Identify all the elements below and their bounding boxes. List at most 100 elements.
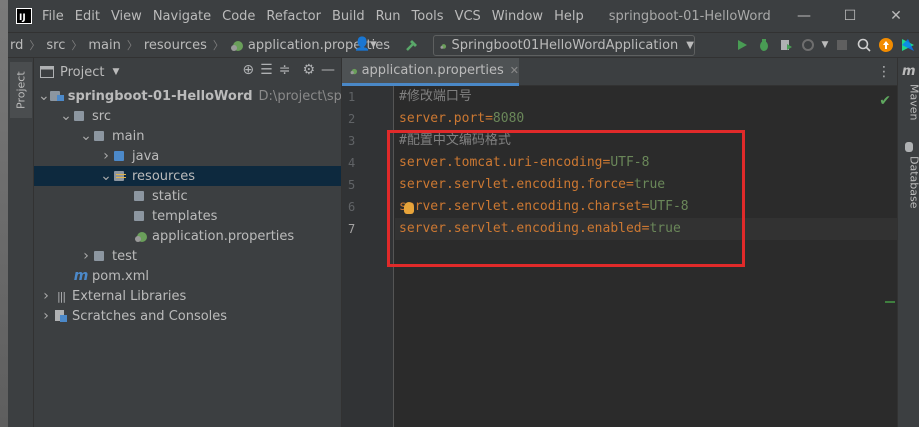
tree-item-test[interactable]: › test	[34, 246, 341, 266]
chevron-right-icon[interactable]: ›	[38, 288, 54, 304]
editor-tab-bar: application.properties ✕ ⋮	[342, 58, 897, 86]
line-number: 4	[348, 156, 356, 170]
breadcrumb-resources[interactable]: resources	[144, 38, 207, 53]
tree-item-application-properties[interactable]: application.properties	[34, 226, 341, 246]
locate-icon[interactable]: ⊕	[242, 62, 254, 78]
menu-file[interactable]: File	[42, 9, 64, 24]
tree-item-label: templates	[152, 208, 218, 224]
folder-icon	[94, 129, 108, 143]
libraries-icon: |||	[56, 289, 66, 303]
run-configuration-select[interactable]: Springboot01HelloWordApplication ▼	[433, 35, 695, 56]
database-icon	[905, 142, 913, 152]
chevron-right-icon: 〉	[212, 39, 224, 52]
menu-run[interactable]: Run	[376, 9, 401, 24]
toolbox-icon[interactable]	[897, 34, 919, 56]
project-view-title[interactable]: Project	[60, 65, 104, 80]
menu-navigate[interactable]: Navigate	[153, 9, 211, 24]
right-tool-strip: m Maven Database	[897, 58, 919, 427]
tree-item-scratches-and-consoles[interactable]: › Scratches and Consoles	[34, 306, 341, 326]
project-tool-window-tab[interactable]: Project	[10, 62, 32, 118]
close-button[interactable]: ✕	[873, 0, 919, 32]
menu-edit[interactable]: Edit	[75, 9, 100, 24]
more-run-chevron-icon[interactable]: ▼	[819, 34, 831, 56]
close-tab-icon[interactable]: ✕	[510, 64, 519, 77]
tree-item-label: static	[152, 188, 188, 204]
run-icon[interactable]	[731, 34, 753, 56]
tree-item-resources[interactable]: ⌄ resources	[34, 166, 341, 186]
breadcrumb-src[interactable]: src	[46, 38, 65, 53]
tree-item-main[interactable]: ⌄ main	[34, 126, 341, 146]
tree-item-springboot-01-helloword[interactable]: ⌄ springboot-01-HelloWord D:\project\sprin…	[34, 86, 341, 106]
run-configuration-label: Springboot01HelloWordApplication	[451, 38, 679, 53]
chevron-down-icon[interactable]: ⌄	[58, 108, 74, 124]
folder-icon	[134, 209, 148, 223]
folder-icon	[74, 109, 88, 123]
hide-icon[interactable]: —	[321, 62, 335, 78]
spring-properties-icon	[230, 41, 243, 51]
inspection-ok-icon[interactable]: ✔	[879, 93, 891, 109]
background-window-edge	[0, 0, 8, 427]
project-view-icon	[40, 66, 54, 78]
tree-item-external-libraries[interactable]: › ||| External Libraries	[34, 286, 341, 306]
menu-build[interactable]: Build	[332, 9, 365, 24]
menu-tools[interactable]: Tools	[412, 9, 444, 24]
line-number-current: 7	[348, 222, 356, 236]
tree-item-label: springboot-01-HelloWord	[67, 88, 253, 104]
breadcrumb-main[interactable]: main	[88, 38, 120, 53]
minimize-button[interactable]: —	[781, 0, 827, 32]
line-number: 1	[348, 90, 356, 104]
tree-item-label: Scratches and Consoles	[72, 308, 228, 324]
tree-item-templates[interactable]: templates	[34, 206, 341, 226]
chevron-down-icon[interactable]: ⌄	[98, 168, 114, 184]
update-icon[interactable]	[875, 34, 897, 56]
search-icon[interactable]	[853, 34, 875, 56]
more-vertical-icon[interactable]: ⋮	[877, 64, 891, 80]
tree-item-label: pom.xml	[92, 268, 149, 284]
maven-tool-window-tab[interactable]: Maven	[903, 84, 919, 120]
chevron-right-icon: 〉	[29, 39, 41, 52]
gear-icon[interactable]: ⚙	[302, 62, 315, 78]
module-folder-icon	[49, 89, 64, 103]
tree-item-label: application.properties	[152, 228, 295, 244]
chevron-right-icon[interactable]: ›	[98, 148, 114, 164]
maximize-button[interactable]: ☐	[827, 0, 873, 32]
tree-item-java[interactable]: › java	[34, 146, 341, 166]
menu-refactor[interactable]: Refactor	[266, 9, 321, 24]
line-number: 6	[348, 200, 356, 214]
debug-icon[interactable]	[753, 34, 775, 56]
expand-all-icon[interactable]: ☰	[260, 62, 273, 78]
tree-item-pom-xml[interactable]: m pom.xml	[34, 266, 341, 286]
menu-code[interactable]: Code	[222, 9, 255, 24]
database-tool-window-tab[interactable]: Database	[903, 156, 919, 209]
project-tree: ⌄ springboot-01-HelloWord D:\project\sprin…	[34, 86, 341, 326]
code-line-comment[interactable]: #修改端口号	[395, 86, 897, 108]
chevron-right-icon[interactable]: ›	[78, 248, 94, 264]
panel-tools: ⊕ ☰ ≑ ⚙ —	[242, 62, 335, 78]
menu-window[interactable]: Window	[492, 9, 543, 24]
stop-icon[interactable]	[831, 34, 853, 56]
resources-folder-icon	[114, 169, 128, 183]
build-hammer-icon[interactable]	[404, 37, 420, 53]
tree-item-src[interactable]: ⌄ src	[34, 106, 341, 126]
menu-help[interactable]: Help	[554, 9, 584, 24]
coverage-icon[interactable]	[775, 34, 797, 56]
tab-application-properties[interactable]: application.properties ✕	[342, 58, 519, 86]
chevron-down-icon[interactable]: ⌄	[78, 128, 94, 144]
maven-icon: m	[902, 64, 916, 79]
chevron-right-icon[interactable]: ›	[38, 308, 54, 324]
tree-item-static[interactable]: static	[34, 186, 341, 206]
line-number: 5	[348, 178, 356, 192]
line-number: 3	[348, 134, 356, 148]
menu-vcs[interactable]: VCS	[455, 9, 481, 24]
menu-view[interactable]: View	[111, 9, 142, 24]
profiler-icon[interactable]	[797, 34, 819, 56]
code-line[interactable]: server.port=8080	[395, 108, 897, 130]
chevron-down-icon[interactable]: ▼	[112, 67, 119, 77]
breadcrumb-project[interactable]: rd	[10, 38, 23, 53]
chevron-down-icon[interactable]: ⌄	[38, 88, 50, 104]
collapse-all-icon[interactable]: ≑	[279, 62, 291, 78]
spring-boot-icon	[440, 43, 447, 49]
spring-properties-icon	[350, 68, 358, 74]
tree-item-label: test	[112, 248, 137, 264]
user-icon[interactable]: 👤▾	[354, 37, 377, 52]
